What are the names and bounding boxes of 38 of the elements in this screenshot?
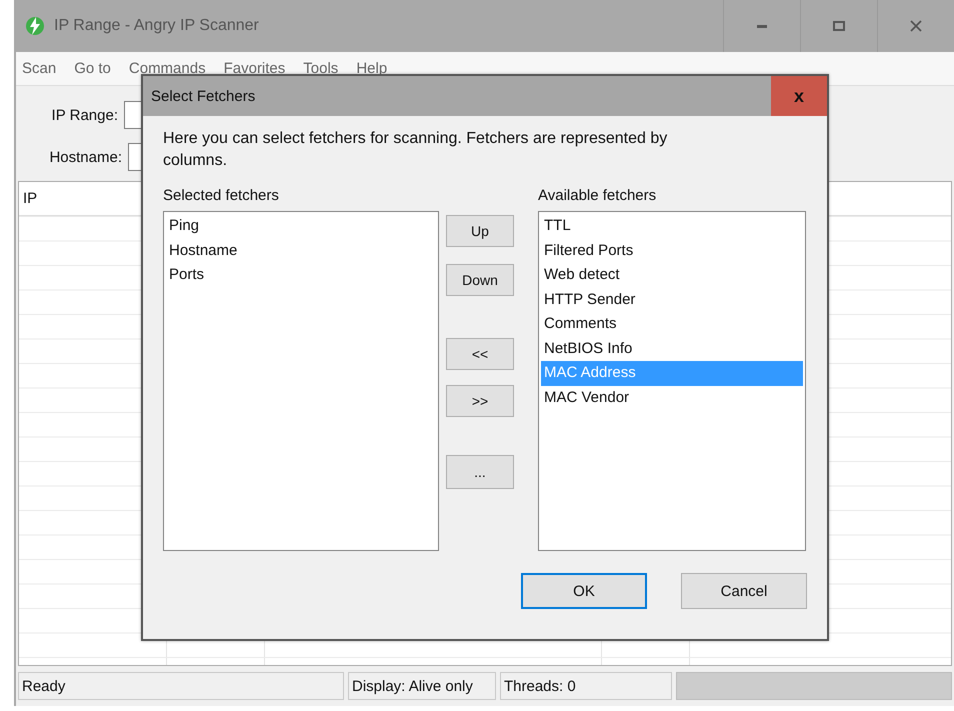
- list-item[interactable]: Filtered Ports: [541, 238, 803, 263]
- maximize-icon: [832, 19, 846, 33]
- move-button[interactable]: <<: [446, 338, 514, 370]
- field-label: Hostname:: [48, 148, 123, 166]
- window-title: IP Range - Angry IP Scanner: [54, 17, 259, 35]
- list-label: Available fetchers: [538, 187, 658, 206]
- list-item[interactable]: Ports: [166, 263, 436, 288]
- move-button[interactable]: Up: [446, 215, 514, 247]
- lightning-globe-icon: [24, 15, 46, 37]
- menu-item[interactable]: Tools: [301, 60, 340, 77]
- menu-item[interactable]: Go to: [72, 60, 113, 77]
- dialog-button[interactable]: OK: [521, 573, 647, 609]
- list-item[interactable]: TTL: [541, 214, 803, 238]
- list-item[interactable]: NetBIOS Info: [541, 336, 803, 361]
- list-item[interactable]: Comments: [541, 312, 803, 336]
- move-button[interactable]: >>: [446, 385, 514, 417]
- dialog-title: Select Fetchers: [151, 88, 256, 104]
- close-icon: [909, 19, 923, 33]
- list-item[interactable]: MAC Vendor: [541, 386, 803, 410]
- list-item[interactable]: Hostname: [166, 238, 436, 263]
- close-button[interactable]: x: [771, 76, 827, 116]
- description-text: Here you can select fetchers for scanning. Fetchers are represented by columns.: [163, 129, 668, 171]
- move-button[interactable]: Down: [446, 264, 514, 296]
- dialog-button[interactable]: Cancel: [681, 573, 807, 609]
- menu-item[interactable]: Commands: [126, 60, 208, 77]
- list-item[interactable]: HTTP Sender: [541, 288, 803, 312]
- menu-item[interactable]: Scan: [20, 60, 58, 77]
- status-text: Ready: [18, 672, 344, 700]
- list-item[interactable]: Ping: [166, 214, 436, 238]
- list-item[interactable]: Web detect: [541, 263, 803, 288]
- status-text: Display: Alive only: [348, 672, 496, 700]
- minimize-icon: [757, 24, 767, 28]
- menu-item[interactable]: Help: [354, 60, 390, 77]
- list-label: Selected fetchers: [163, 187, 280, 206]
- move-button[interactable]: ...: [446, 455, 514, 489]
- field-label: IP Range:: [50, 106, 119, 124]
- status-text: Threads: 0: [500, 672, 672, 700]
- menu-item[interactable]: Favorites: [222, 60, 288, 77]
